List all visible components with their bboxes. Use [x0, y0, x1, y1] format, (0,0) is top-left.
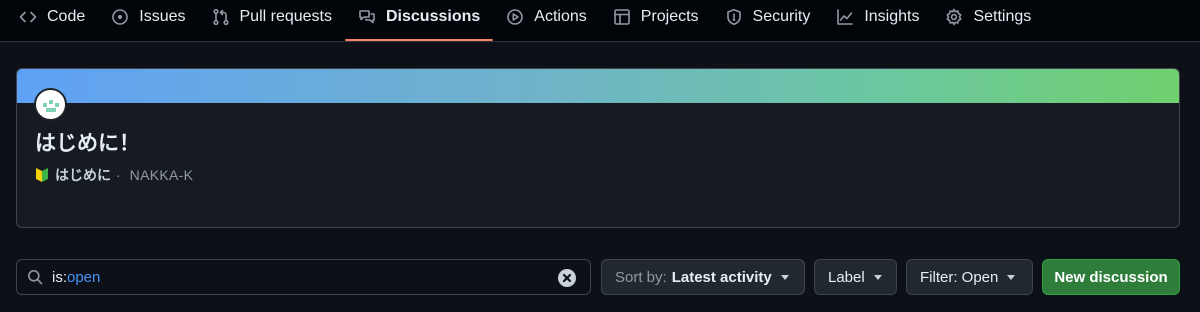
- tab-label: Actions: [534, 8, 587, 25]
- comment-discussion-icon: [358, 8, 376, 26]
- tab-insights[interactable]: Insights: [823, 0, 932, 34]
- repo-nav: Code Issues Pull requests Discussions Ac…: [0, 0, 1200, 42]
- search-query[interactable]: is:open: [52, 269, 100, 286]
- table-icon: [613, 8, 631, 26]
- tab-security[interactable]: Security: [712, 0, 824, 34]
- tab-label: Security: [752, 8, 811, 25]
- tab-discussions[interactable]: Discussions: [345, 0, 494, 41]
- tab-projects[interactable]: Projects: [600, 0, 712, 34]
- meta-separator: ·: [116, 167, 121, 183]
- graph-icon: [836, 8, 854, 26]
- tab-pull-requests[interactable]: Pull requests: [199, 0, 346, 34]
- tab-settings[interactable]: Settings: [932, 0, 1044, 34]
- tab-label: Settings: [973, 8, 1032, 25]
- tab-label: Pull requests: [239, 8, 333, 25]
- tab-label: Insights: [864, 8, 920, 25]
- tab-issues[interactable]: Issues: [98, 0, 198, 34]
- git-pull-request-icon: [212, 8, 230, 26]
- tab-label: Discussions: [386, 8, 481, 25]
- x-circle-fill-icon[interactable]: [558, 269, 576, 287]
- tab-label: Issues: [139, 8, 186, 25]
- pinned-author[interactable]: NAKKA-K: [130, 167, 194, 183]
- sort-value: Latest activity: [671, 268, 772, 286]
- triangle-down-icon: [1007, 274, 1016, 280]
- search-input[interactable]: is:open: [16, 259, 591, 295]
- pinned-category-label[interactable]: はじめに: [55, 165, 111, 185]
- pinned-discussion-title[interactable]: はじめに！: [35, 127, 140, 157]
- triangle-down-icon: [780, 274, 789, 280]
- avatar[interactable]: [34, 88, 67, 121]
- pinned-gradient-banner: [17, 69, 1179, 103]
- gear-icon: [945, 8, 963, 26]
- identicon-icon: [37, 91, 64, 118]
- play-icon: [506, 8, 524, 26]
- search-qualifier: is:: [52, 268, 67, 286]
- filter-dropdown-button[interactable]: Filter: Open: [906, 259, 1033, 295]
- tab-label: Projects: [640, 8, 699, 25]
- label-button-text: Label: [828, 268, 865, 286]
- code-icon: [19, 8, 37, 26]
- filter-button-text: Filter: Open: [920, 268, 999, 286]
- sort-prefix: Sort by:: [615, 268, 667, 286]
- search-icon: [27, 269, 43, 285]
- sort-dropdown-button[interactable]: Sort by: Latest activity: [601, 259, 805, 295]
- issue-opened-icon: [111, 8, 129, 26]
- new-discussion-label: New discussion: [1054, 268, 1168, 286]
- beginner-icon: [35, 167, 49, 183]
- tab-actions[interactable]: Actions: [493, 0, 599, 34]
- tab-label: Code: [47, 8, 86, 25]
- pinned-discussion-meta: はじめに · NAKKA-K: [35, 165, 193, 185]
- shield-icon: [725, 8, 743, 26]
- search-value: open: [67, 268, 101, 286]
- label-dropdown-button[interactable]: Label: [814, 259, 897, 295]
- tab-code[interactable]: Code: [6, 0, 98, 34]
- triangle-down-icon: [873, 274, 882, 280]
- pinned-discussion-card[interactable]: はじめに！ はじめに · NAKKA-K: [16, 68, 1180, 228]
- repo-tabs: Code Issues Pull requests Discussions Ac…: [0, 0, 1200, 42]
- new-discussion-button[interactable]: New discussion: [1042, 259, 1180, 295]
